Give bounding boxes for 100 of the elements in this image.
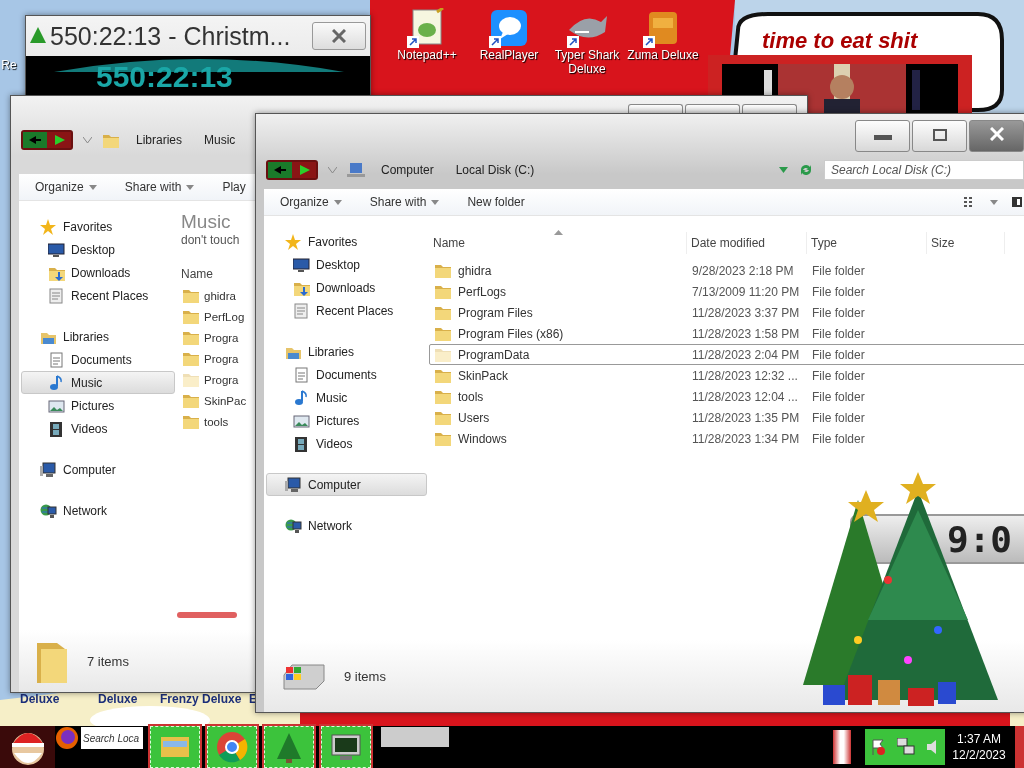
nav-item[interactable]: Network xyxy=(266,514,427,537)
minimize-icon xyxy=(873,135,892,141)
close-button[interactable] xyxy=(969,120,1024,152)
back-button[interactable] xyxy=(23,132,47,148)
maximize-icon xyxy=(932,129,947,141)
nav-item[interactable]: Downloads xyxy=(266,276,427,299)
nav-item[interactable]: Favorites xyxy=(21,215,175,238)
column-header[interactable]: Type xyxy=(807,232,927,254)
nav-item[interactable]: Downloads xyxy=(21,261,175,284)
column-header[interactable]: Date modified xyxy=(687,232,807,254)
star-icon xyxy=(40,218,57,235)
breadcrumb[interactable]: Music xyxy=(198,133,242,147)
file-name[interactable]: Progra xyxy=(178,371,239,388)
network-icon[interactable] xyxy=(897,738,915,756)
star-icon xyxy=(285,233,302,250)
nav-item[interactable]: Documents xyxy=(21,348,175,371)
nav-item[interactable]: Recent Places xyxy=(21,284,175,307)
toolbar-button[interactable]: Share with xyxy=(365,193,444,211)
toolbar-button[interactable]: New folder xyxy=(463,193,529,211)
forward-arrow-icon xyxy=(297,165,311,175)
search-field[interactable]: Search Loca xyxy=(81,727,143,749)
videos-icon xyxy=(293,435,310,452)
file-name[interactable]: ghidra xyxy=(178,287,236,304)
close-button[interactable] xyxy=(312,22,366,50)
toolbar-button[interactable]: Share with xyxy=(120,178,199,196)
toolbar-button[interactable]: Organize xyxy=(276,193,346,211)
breadcrumb[interactable]: Local Disk (C:) xyxy=(449,163,541,177)
file-row[interactable]: Users 11/28/2023 1:35 PM File folder xyxy=(429,407,1024,428)
caret-icon[interactable] xyxy=(990,199,998,205)
desktop-icon-label[interactable]: Deluxe xyxy=(98,692,138,706)
firefox-icon[interactable] xyxy=(55,726,79,750)
desktop-icon-label[interactable]: Frenzy Deluxe xyxy=(160,692,242,706)
toolbar-button[interactable]: Organize xyxy=(31,178,101,196)
desktop-icon-label[interactable]: RealPlayer xyxy=(479,48,539,62)
desktop-icon-label[interactable]: Typer Shark Deluxe xyxy=(550,48,624,76)
file-name[interactable]: Progra xyxy=(178,350,239,367)
file-row[interactable]: SkinPack 11/28/2023 12:32 ... File folder xyxy=(429,365,1024,386)
breadcrumb[interactable]: Computer xyxy=(375,163,440,177)
forward-button[interactable] xyxy=(292,162,316,178)
nav-item[interactable]: Videos xyxy=(21,417,175,440)
breadcrumb[interactable]: Libraries xyxy=(130,133,189,147)
nav-item[interactable]: Pictures xyxy=(266,409,427,432)
file-name: Program Files xyxy=(458,305,533,320)
file-name[interactable]: SkinPac xyxy=(178,392,247,409)
taskbar-button[interactable] xyxy=(264,726,314,768)
nav-item[interactable]: Computer xyxy=(266,473,427,496)
nav-item[interactable]: Music xyxy=(266,386,427,409)
file-name[interactable]: PerfLog xyxy=(178,308,245,325)
toolbar-button[interactable]: Play xyxy=(218,178,250,196)
file-row[interactable]: Program Files (x86) 11/28/2023 1:58 PM File folder xyxy=(429,323,1024,344)
nav-item[interactable]: Recent Places xyxy=(266,299,427,322)
file-name[interactable]: tools xyxy=(178,413,229,430)
nav-item[interactable]: Favorites xyxy=(266,230,427,253)
minimize-button[interactable] xyxy=(855,120,910,152)
clock-gadget-time: 9:0 xyxy=(946,518,1012,560)
search-field[interactable]: Search Local Disk (C:) xyxy=(824,160,1024,180)
nav-item[interactable]: Pictures xyxy=(21,394,175,417)
nav-item[interactable]: Desktop xyxy=(21,238,175,261)
taskbar-date[interactable]: 12/2/2023 xyxy=(952,747,1006,763)
file-name: Windows xyxy=(458,431,507,446)
column-header[interactable]: Name xyxy=(429,232,687,254)
nav-item[interactable]: Computer xyxy=(21,458,175,481)
nav-item[interactable]: Music xyxy=(21,371,175,394)
item-count: 7 items xyxy=(87,653,129,669)
file-row[interactable]: ghidra 9/28/2023 2:18 PM File folder xyxy=(429,260,1024,281)
desktop-icon-label[interactable]: Zuma Deluxe xyxy=(627,48,699,62)
maximize-button[interactable] xyxy=(912,120,967,152)
desktop-icon-label[interactable]: Deluxe xyxy=(20,692,60,706)
nav-item[interactable]: Desktop xyxy=(266,253,427,276)
desktop-icon-label[interactable]: Notepad++ xyxy=(397,48,457,62)
nav-item[interactable]: Network xyxy=(21,499,175,522)
file-row[interactable]: PerfLogs 7/13/2009 11:20 PM File folder xyxy=(429,281,1024,302)
nav-item[interactable]: Libraries xyxy=(21,325,175,348)
file-row[interactable]: tools 11/28/2023 12:04 ... File folder xyxy=(429,386,1024,407)
computer-icon xyxy=(40,461,57,478)
nav-item[interactable]: Libraries xyxy=(266,340,427,363)
file-name: Program Files (x86) xyxy=(458,326,564,341)
forward-button[interactable] xyxy=(47,132,71,148)
column-header[interactable]: Name xyxy=(177,263,213,285)
file-row[interactable]: Program Files 11/28/2023 3:37 PM File folder xyxy=(429,302,1024,323)
flag-icon[interactable] xyxy=(871,739,885,755)
file-type: File folder xyxy=(812,326,865,341)
column-header[interactable]: Size xyxy=(927,232,1005,254)
preview-pane-icon[interactable] xyxy=(1012,197,1022,207)
nav-item[interactable]: Videos xyxy=(266,432,427,455)
documents-icon xyxy=(293,366,310,383)
file-row[interactable]: Windows 11/28/2023 1:34 PM File folder xyxy=(429,428,1024,449)
back-button[interactable] xyxy=(268,162,292,178)
nav-item[interactable]: Documents xyxy=(266,363,427,386)
back-arrow-icon xyxy=(273,165,287,175)
taskbar-time[interactable]: 1:37 AM xyxy=(957,731,1001,747)
tree-icon xyxy=(30,27,46,45)
file-type: File folder xyxy=(812,284,865,299)
drive-icon xyxy=(280,661,328,691)
computer-icon xyxy=(285,476,302,493)
taskbar-button[interactable] xyxy=(321,726,371,768)
file-row[interactable]: ProgramData 11/28/2023 2:04 PM File folder xyxy=(429,344,1024,365)
start-button[interactable] xyxy=(0,726,55,768)
forward-arrow-icon xyxy=(52,135,66,145)
file-name[interactable]: Progra xyxy=(178,329,239,346)
